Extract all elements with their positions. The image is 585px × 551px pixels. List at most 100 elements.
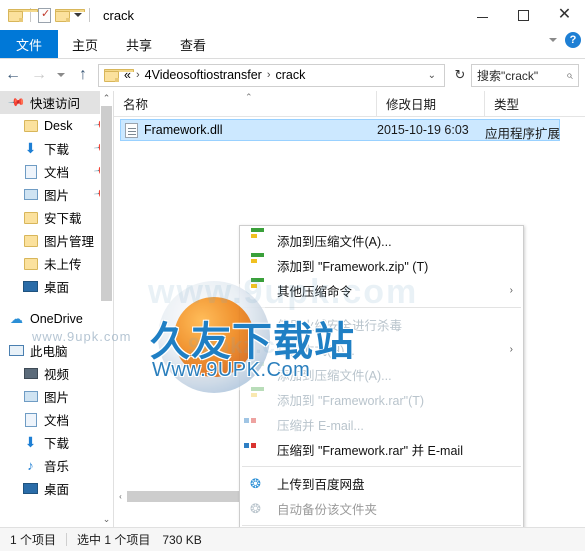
hscrollbar-thumb[interactable] [127, 491, 247, 502]
close-button[interactable]: ✕ [544, 0, 585, 30]
tab-share[interactable]: 共享 [112, 30, 166, 58]
sidebar-item-desktop-2[interactable]: 桌面 [0, 477, 113, 500]
breadcrumb-sep-1: › [135, 69, 140, 81]
maximize-button[interactable] [503, 0, 544, 30]
status-item-count: 1 个项目 [10, 533, 57, 547]
navigation-pane[interactable]: 📌 快速访问 Desk 📌 ⬇ 下载 📌 文档 📌 图片 📌 [0, 91, 113, 527]
search-icon: ⌕ [566, 67, 573, 82]
menu-item-add-to-archive[interactable]: 添加到压缩文件(A)... [240, 228, 523, 253]
sidebar-item-videos[interactable]: 视频 [0, 362, 113, 385]
breadcrumb-item-parent[interactable]: 4Videosoftiostransfer [145, 68, 262, 82]
sidebar-item-label-4: 图片 [44, 189, 70, 203]
sidebar-item-label-15: 音乐 [44, 460, 70, 474]
minimize-button[interactable] [462, 0, 503, 30]
status-divider [66, 533, 68, 546]
sidebar-item-downloads-2[interactable]: ⬇ 下载 [0, 431, 113, 454]
scroll-up-icon[interactable]: ⌃ [100, 91, 113, 106]
winrar-mail-icon-2 [250, 442, 268, 458]
properties-icon[interactable] [38, 7, 51, 23]
menu-item-open-with[interactable]: 打开方式(H)... › [240, 337, 523, 362]
sidebar-item-label-5: 安下载 [44, 212, 82, 226]
sidebar-item-quick-access[interactable]: 📌 快速访问 [0, 91, 113, 114]
sidebar-item-music[interactable]: ♪ 音乐 [0, 454, 113, 477]
window-controls: ✕ [462, 0, 585, 30]
winrar-icon [250, 233, 268, 249]
winrar-icon-3 [250, 283, 268, 299]
cloud-icon: ☁ [10, 310, 23, 326]
sidebar-item-this-pc[interactable]: 此电脑 [0, 339, 113, 362]
menu-item-upload-to-baidu[interactable]: ❂ 上传到百度网盘 [240, 471, 523, 496]
scroll-left-icon[interactable]: ‹ [114, 490, 127, 503]
sidebar-item-label-13: 文档 [44, 414, 70, 428]
customize-caret-icon[interactable] [74, 13, 82, 17]
scroll-down-icon[interactable]: ⌄ [100, 512, 113, 527]
menu-item-add-to-zip[interactable]: 添加到 "Framework.zip" (T) [240, 253, 523, 278]
download-icon-2: ⬇ [24, 434, 37, 450]
menu-item-compress-and-email[interactable]: 压缩并 E-mail... [240, 412, 523, 437]
this-pc-icon [8, 345, 25, 356]
column-headers: 名称 ⌃ 修改日期 类型 [114, 90, 585, 117]
winrar-icon-5 [250, 392, 268, 408]
recent-locations-button[interactable] [52, 62, 70, 88]
sidebar-item-downloads[interactable]: ⬇ 下载 📌 [0, 137, 113, 160]
menu-item-compress-to-rar-and-email[interactable]: 压缩到 "Framework.rar" 并 E-mail [240, 437, 523, 462]
sidebar-item-weishangchuan[interactable]: 未上传 [0, 252, 113, 275]
column-header-type[interactable]: 类型 [484, 90, 585, 117]
address-bar: ← → ↑ « › 4Videosoftiostransfer › crack … [0, 59, 585, 91]
breadcrumb-item-current[interactable]: crack [276, 68, 306, 82]
column-header-date[interactable]: 修改日期 [376, 90, 484, 117]
breadcrumb[interactable]: « › 4Videosoftiostransfer › crack ⌄ [98, 63, 445, 87]
menu-item-huorong-scan[interactable]: 使用火绒安全进行杀毒 [240, 312, 523, 337]
search-placeholder: 搜索"crack" [477, 68, 539, 83]
column-header-name[interactable]: 名称 ⌃ [114, 91, 376, 117]
submenu-arrow-icon-2: › [509, 344, 513, 355]
menu-label-1: 添加到 "Framework.zip" (T) [277, 260, 429, 274]
tab-file-label: 文件 [16, 37, 43, 53]
status-bar: 1 个项目 选中 1 个项目 730 KB [0, 527, 585, 551]
menu-item-other-archive-commands[interactable]: 其他压缩命令 › [240, 278, 523, 303]
sidebar-item-pictures[interactable]: 图片 📌 [0, 183, 113, 206]
folder-icon-7 [22, 257, 39, 270]
sidebar-gap-1 [0, 298, 113, 307]
sidebar-item-label-0: 快速访问 [30, 97, 81, 111]
sidebar-item-desktop[interactable]: 桌面 [0, 275, 113, 298]
sidebar-item-tupianguanli[interactable]: 图片管理 [0, 229, 113, 252]
sidebar-item-pictures-2[interactable]: 图片 [0, 385, 113, 408]
tab-view[interactable]: 查看 [166, 30, 220, 58]
menu-item-add-to-archive-2[interactable]: 添加到压缩文件(A)... [240, 362, 523, 387]
up-button[interactable]: ↑ [70, 62, 96, 88]
file-name: Framework.dll [144, 123, 223, 137]
sidebar-item-documents-2[interactable]: 文档 [0, 408, 113, 431]
sidebar-item-label-7: 未上传 [44, 258, 82, 272]
menu-label-11: 上传到百度网盘 [277, 478, 365, 492]
tab-home[interactable]: 主页 [58, 30, 112, 58]
sort-ascending-icon: ⌃ [245, 91, 253, 102]
forward-button[interactable]: → [26, 62, 52, 88]
new-folder-icon[interactable] [55, 8, 85, 22]
sidebar-item-label-10: 此电脑 [30, 345, 68, 359]
search-input[interactable]: 搜索"crack" ⌕ [471, 63, 579, 87]
back-button[interactable]: ← [0, 62, 26, 88]
help-icon[interactable]: ? [565, 32, 581, 48]
sidebar-item-desk[interactable]: Desk 📌 [0, 114, 113, 137]
column-header-type-label: 类型 [494, 98, 520, 112]
menu-item-add-to-rar[interactable]: 添加到 "Framework.rar"(T) [240, 387, 523, 412]
video-icon [22, 368, 39, 379]
toolbar-divider-2 [89, 8, 90, 22]
chevron-down-icon[interactable] [549, 38, 557, 42]
refresh-button[interactable]: ↻ [449, 64, 471, 87]
winrar-icon-2 [250, 258, 268, 274]
sidebar-item-documents[interactable]: 文档 📌 [0, 160, 113, 183]
breadcrumb-dropdown-icon[interactable]: ⌄ [422, 70, 442, 81]
sidebar-item-anxiazai[interactable]: 安下载 [0, 206, 113, 229]
sidebar-scrollbar[interactable]: ⌃ ⌄ [100, 91, 113, 527]
ribbon-tabs: 文件 主页 共享 查看 ? [0, 30, 585, 58]
context-menu: 添加到压缩文件(A)... 添加到 "Framework.zip" (T) 其他… [239, 225, 524, 551]
quick-access-toolbar [0, 7, 93, 23]
tab-file[interactable]: 文件 [0, 30, 59, 58]
picture-icon-2 [22, 391, 39, 402]
scrollbar-thumb[interactable] [101, 106, 112, 301]
folder-icon[interactable] [8, 8, 38, 22]
sidebar-item-onedrive[interactable]: ☁ OneDrive [0, 307, 113, 330]
window-title: crack [103, 7, 135, 23]
